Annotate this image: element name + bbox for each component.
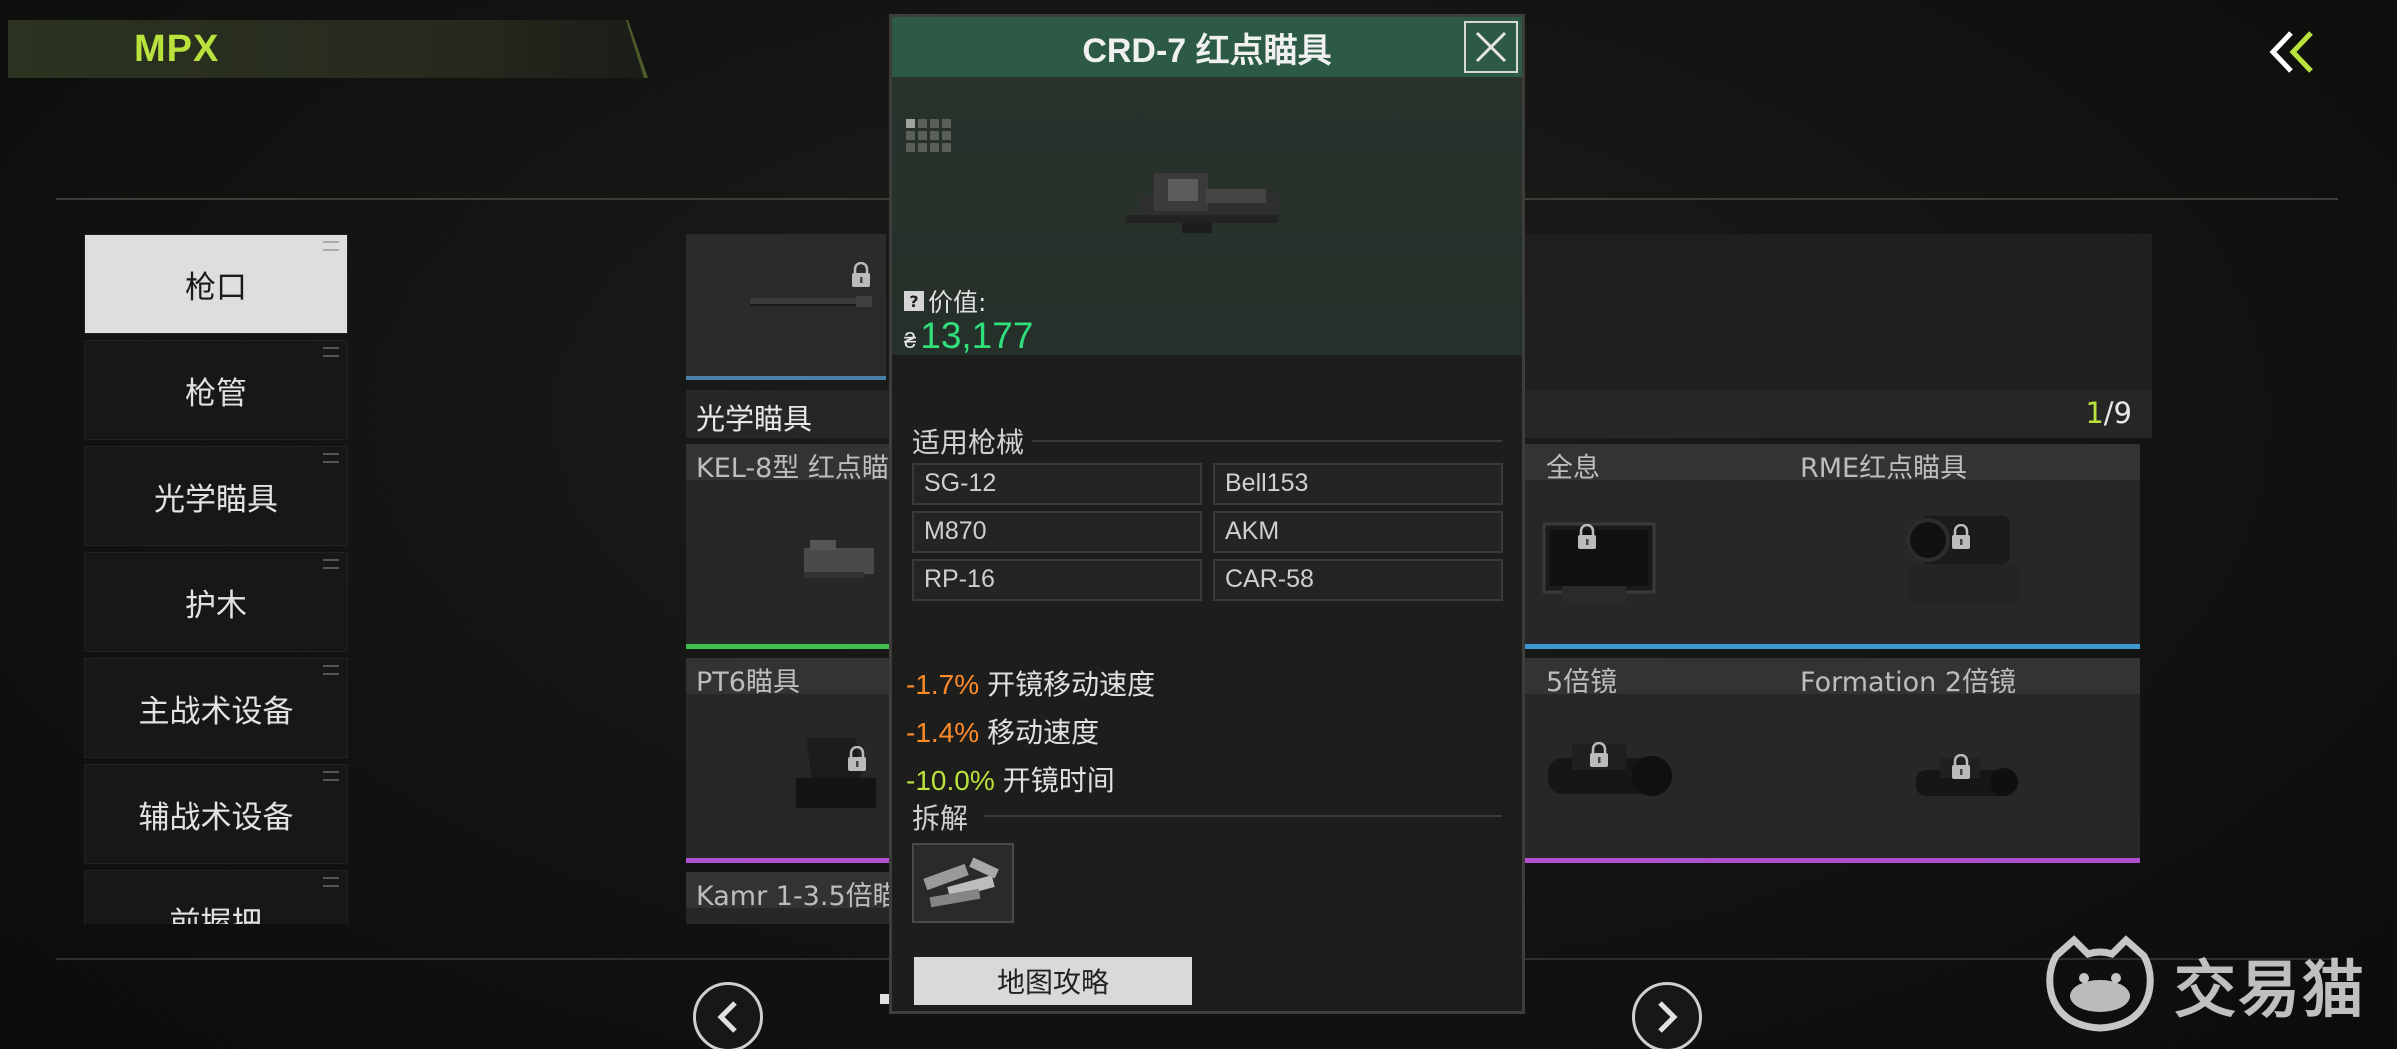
currency-icon: ₴ xyxy=(904,328,917,353)
sidebar-item-barrel[interactable]: 枪管 xyxy=(84,340,348,440)
close-icon xyxy=(1475,31,1507,63)
lock-icon xyxy=(1590,742,1608,767)
sidebar-item-main-tactical[interactable]: 主战术设备 xyxy=(84,658,348,758)
sidebar-item-label: 辅战术设备 xyxy=(138,799,294,836)
stat-value: -1.4% xyxy=(906,717,980,748)
map-guide-button[interactable]: 地图攻略 xyxy=(914,957,1192,1005)
sidebar-item-optic[interactable]: 光学瞄具 xyxy=(84,446,348,546)
prev-page-button[interactable] xyxy=(693,982,763,1049)
page-total: /9 xyxy=(2103,396,2132,430)
slot-sidebar: 枪口 枪管 光学瞄具 护木 主战术设备 辅战术设备 前握把 xyxy=(84,234,348,924)
chevron-left-icon xyxy=(717,1001,737,1033)
corner-mark-icon xyxy=(323,559,339,569)
sidebar-item-label: 主战术设备 xyxy=(138,693,294,730)
corner-mark-icon xyxy=(323,877,339,887)
stat-value: -1.7% xyxy=(906,669,980,700)
collapse-button[interactable] xyxy=(2262,22,2322,82)
equipped-muzzle-card[interactable] xyxy=(686,234,886,380)
sidebar-item-label: 枪管 xyxy=(185,375,247,412)
title-bar xyxy=(8,20,648,78)
rarity-bar xyxy=(1790,644,2140,649)
lock-icon xyxy=(1578,524,1596,549)
stat-label: 移动速度 xyxy=(987,716,1100,749)
stat-row: -10.0% 开镜时间 xyxy=(906,759,1115,799)
sidebar-item-aux-tactical[interactable]: 辅战术设备 xyxy=(84,764,348,864)
weapon-tag: AKM xyxy=(1213,511,1503,553)
page-counter: 1/9 xyxy=(2085,396,2132,430)
weapon-tag: SG-12 xyxy=(912,463,1202,505)
weapon-tag: RP-16 xyxy=(912,559,1202,601)
dismantle-label: 拆解 xyxy=(912,802,969,835)
page-current: 1 xyxy=(2085,396,2104,430)
category-label: 光学瞄具 xyxy=(696,402,813,436)
sidebar-item-label: 光学瞄具 xyxy=(154,481,278,518)
cat-logo-icon xyxy=(2046,935,2154,1032)
item-card[interactable]: RME红点瞄具 xyxy=(1790,444,2140,649)
next-page-button[interactable] xyxy=(1632,982,1702,1049)
sidebar-item-muzzle[interactable]: 枪口 xyxy=(84,234,348,334)
modal-title: CRD-7 红点瞄具 xyxy=(1082,31,1332,70)
item-detail-modal: CRD-7 红点瞄具 ? 价值: ₴ 13,177 适用枪械 SG-12 Bel… xyxy=(889,14,1525,1014)
crd7-sight-image xyxy=(1126,173,1278,233)
section-divider xyxy=(984,815,1502,817)
watermark-text: 交易猫 xyxy=(2174,953,2367,1026)
watermark: 交易猫 xyxy=(2044,924,2374,1044)
sidebar-item-label: 前握把 xyxy=(169,905,263,925)
item-preview: ? 价值: ₴ 13,177 xyxy=(892,77,1522,357)
stat-label: 开镜移动速度 xyxy=(987,668,1156,701)
stat-row: -1.4% 移动速度 xyxy=(906,711,1099,751)
item-card[interactable]: Formation 2倍镜 xyxy=(1790,658,2140,863)
value-label-text: 价值: xyxy=(928,288,987,317)
compatible-label: 适用枪械 xyxy=(912,426,1025,459)
chevron-right-icon xyxy=(1658,1001,1678,1033)
weapon-tag: CAR-58 xyxy=(1213,559,1503,601)
sidebar-item-label: 枪口 xyxy=(185,269,247,306)
lock-icon xyxy=(1952,524,1970,549)
sidebar-item-handguard[interactable]: 护木 xyxy=(84,552,348,652)
corner-mark-icon xyxy=(323,453,339,463)
title-accent xyxy=(626,20,648,78)
double-chevron-left-icon xyxy=(2269,31,2313,73)
corner-mark-icon xyxy=(323,771,339,781)
sidebar-item-label: 护木 xyxy=(185,587,247,624)
lock-icon xyxy=(848,746,866,771)
help-icon[interactable]: ? xyxy=(904,291,924,311)
weapon-title: MPX xyxy=(134,28,220,70)
close-button[interactable] xyxy=(1464,21,1518,73)
metal-parts-icon xyxy=(923,857,999,908)
item-value: ₴ 13,177 xyxy=(904,315,1033,357)
preview-panel xyxy=(1524,234,2152,394)
lock-icon xyxy=(1952,754,1970,779)
weapon-tag: Bell153 xyxy=(1213,463,1503,505)
corner-mark-icon xyxy=(323,347,339,357)
sidebar-item-foregrip[interactable]: 前握把 xyxy=(84,870,348,924)
section-divider xyxy=(1032,440,1502,442)
muzzle-silhouette-icon xyxy=(750,296,872,307)
corner-mark-icon xyxy=(323,241,339,251)
stat-row: -1.7% 开镜移动速度 xyxy=(906,663,1155,703)
item-value-number: 13,177 xyxy=(920,315,1034,356)
corner-mark-icon xyxy=(323,665,339,675)
dismantle-material-slot[interactable] xyxy=(912,843,1014,923)
stat-value: -10.0% xyxy=(906,765,995,796)
lock-icon xyxy=(852,262,870,287)
value-label: ? 价值: xyxy=(904,283,986,319)
weapon-tag: M870 xyxy=(912,511,1202,553)
rarity-bar xyxy=(1790,858,2140,863)
modal-header: CRD-7 红点瞄具 xyxy=(892,17,1522,77)
stat-label: 开镜时间 xyxy=(1002,764,1115,797)
